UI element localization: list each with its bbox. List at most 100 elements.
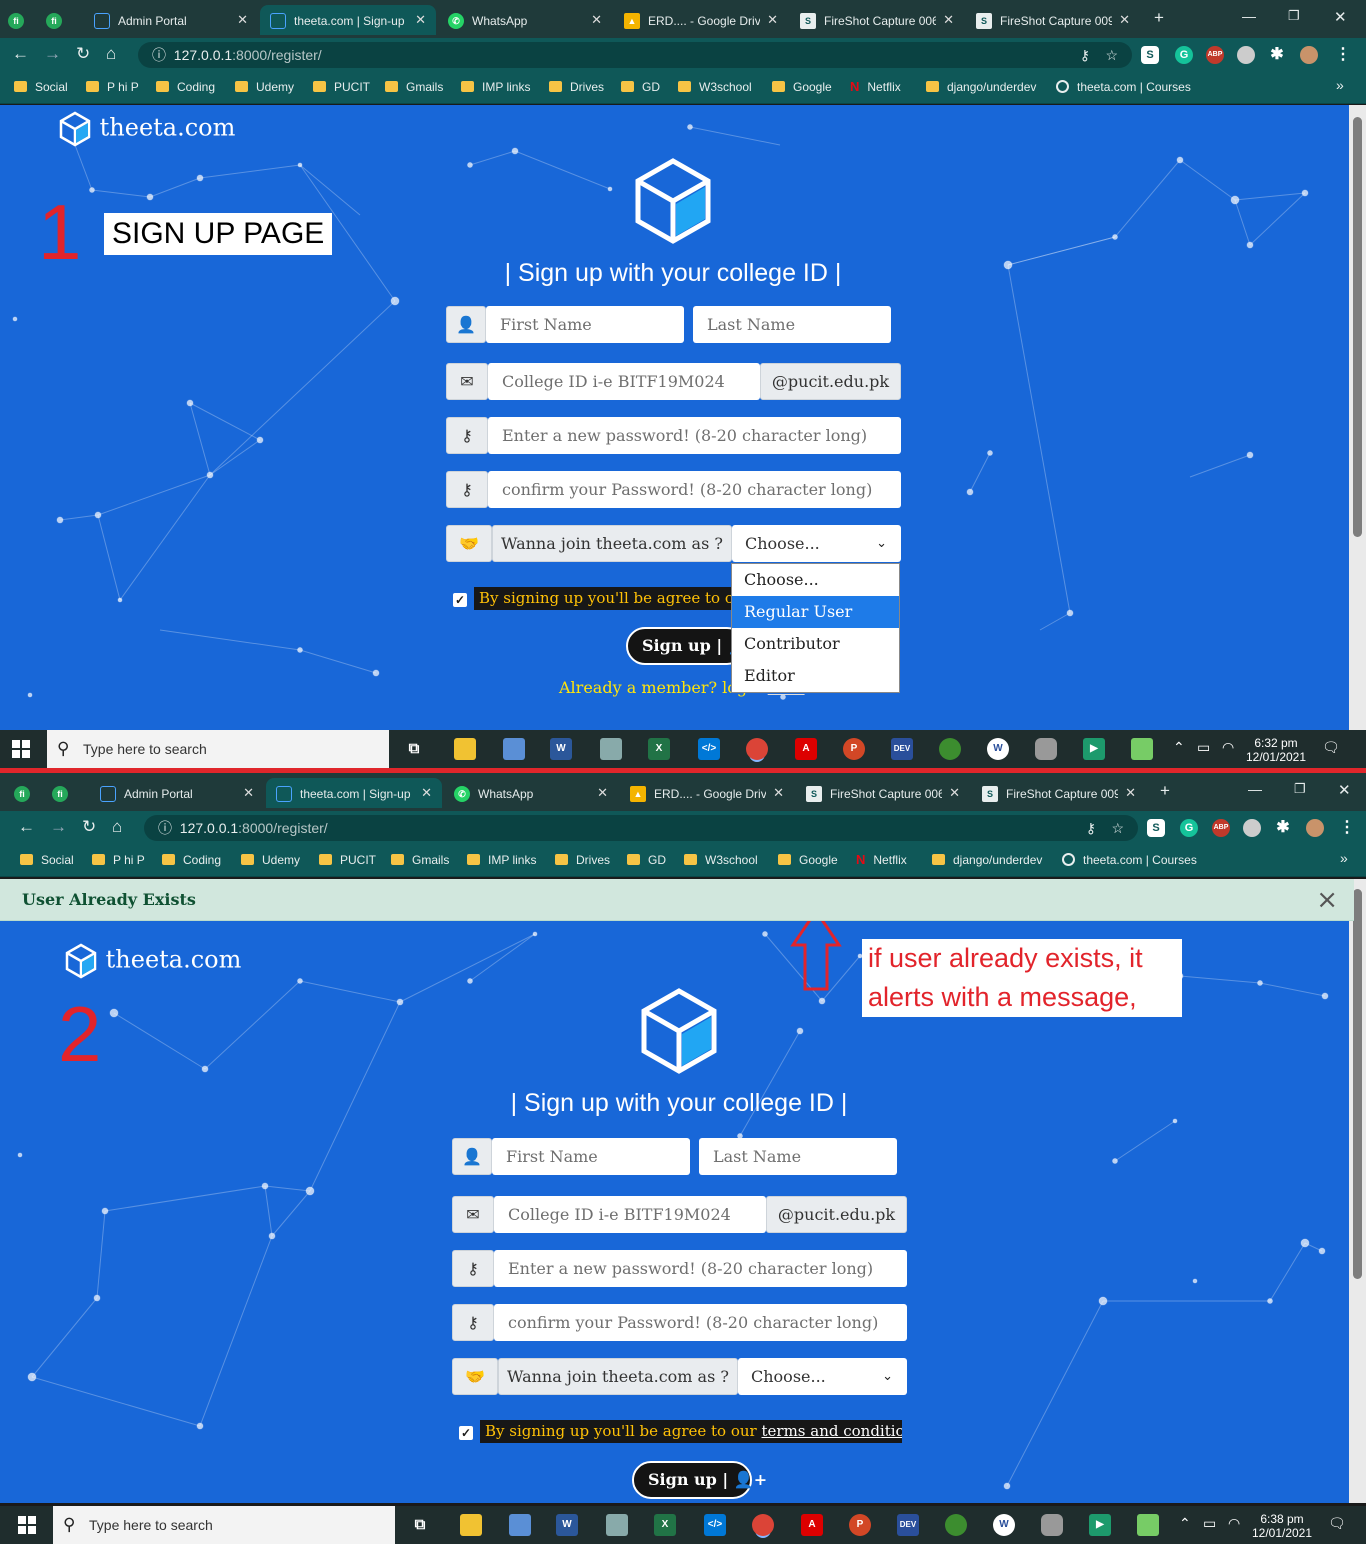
terms-checkbox[interactable]: ✓: [459, 1426, 473, 1440]
globe-icon[interactable]: [939, 738, 961, 760]
forward-icon[interactable]: →: [44, 44, 61, 64]
info-icon[interactable]: ⓘ: [152, 47, 166, 63]
grammarly-icon[interactable]: G: [1175, 46, 1193, 64]
fireshot-extension-icon[interactable]: S: [1147, 819, 1165, 837]
windows-start-icon[interactable]: [18, 1516, 36, 1534]
last-name-input[interactable]: Last Name: [699, 1138, 897, 1175]
notifications-icon[interactable]: 🗨: [1328, 1515, 1346, 1532]
first-name-input[interactable]: First Name: [486, 306, 684, 343]
adblock-icon[interactable]: ABP: [1212, 819, 1230, 837]
role-option[interactable]: Contributor: [732, 628, 899, 660]
signup-button[interactable]: Sign up | 👤+: [632, 1461, 767, 1499]
star-icon[interactable]: ☆: [1111, 815, 1124, 841]
database-icon[interactable]: [1035, 738, 1057, 760]
bookmark-google[interactable]: Google: [772, 79, 832, 94]
taskbar-search[interactable]: ⚲ Type here to search: [53, 1506, 395, 1544]
bookmark-coding[interactable]: Coding: [162, 852, 221, 867]
taskbar-search[interactable]: ⚲ Type here to search: [47, 730, 389, 768]
pycharm-icon[interactable]: ▶: [1083, 738, 1105, 760]
word-icon[interactable]: W: [556, 1514, 578, 1536]
close-icon[interactable]: ✕: [1125, 778, 1136, 808]
close-icon[interactable]: ✕: [1119, 5, 1130, 35]
bookmark-google[interactable]: Google: [778, 852, 838, 867]
task-view-icon[interactable]: ⧉: [409, 1514, 431, 1536]
college-id-input[interactable]: College ID i-e BITF19M024: [488, 363, 760, 400]
scrollbar-thumb[interactable]: [1353, 117, 1362, 537]
acrobat-icon[interactable]: A: [801, 1514, 823, 1536]
control-panel-icon[interactable]: [503, 738, 525, 760]
bookmark-theeta-courses[interactable]: theeta.com | Courses: [1062, 852, 1197, 867]
pinned-tab-1[interactable]: fi: [8, 5, 42, 35]
password-input[interactable]: Enter a new password! (8-20 character lo…: [494, 1250, 907, 1287]
wifi-icon[interactable]: ◠: [1228, 1515, 1240, 1532]
first-name-input[interactable]: First Name: [492, 1138, 690, 1175]
wifi-icon[interactable]: ◠: [1222, 739, 1234, 756]
powerpoint-icon[interactable]: P: [843, 738, 865, 760]
bookmark-gd[interactable]: GD: [627, 852, 666, 867]
puzzle-icon[interactable]: ✱: [1274, 819, 1292, 837]
forward-icon[interactable]: →: [50, 817, 67, 837]
close-icon[interactable]: ✕: [767, 5, 778, 35]
tab-fireshot-009[interactable]: S FireShot Capture 009 ✕: [968, 5, 1140, 35]
task-view-icon[interactable]: ⧉: [403, 738, 425, 760]
role-option-highlighted[interactable]: Regular User: [732, 596, 899, 628]
info-icon[interactable]: ⓘ: [158, 820, 172, 836]
role-select[interactable]: Choose... ⌄: [738, 1358, 907, 1395]
bookmark-phip[interactable]: P hi P: [86, 79, 139, 94]
bookmark-drives[interactable]: Drives: [549, 79, 604, 94]
file-explorer-icon[interactable]: [460, 1514, 482, 1536]
bookmark-gd[interactable]: GD: [621, 79, 660, 94]
bookmark-django[interactable]: django/underdev: [926, 79, 1036, 94]
address-bar[interactable]: ⓘ 127.0.0.1:8000/register/ ⚷ ☆: [138, 42, 1132, 68]
signup-button[interactable]: Sign up | 👤+: [626, 627, 761, 665]
excel-icon[interactable]: X: [648, 738, 670, 760]
bookmark-phip[interactable]: P hi P: [92, 852, 145, 867]
more-bookmarks-icon[interactable]: »: [1340, 850, 1348, 866]
bookmark-w3school[interactable]: W3school: [678, 79, 752, 94]
devcpp-icon[interactable]: DEV: [891, 738, 913, 760]
site-logo[interactable]: theeta.com: [58, 111, 235, 147]
chrome-icon[interactable]: [746, 738, 768, 760]
close-icon[interactable]: ✕: [597, 778, 608, 808]
home-icon[interactable]: ⌂: [106, 44, 116, 64]
chevron-up-icon[interactable]: ⌃: [1173, 739, 1185, 756]
battery-icon[interactable]: ▭: [1203, 1515, 1216, 1532]
key-icon[interactable]: ⚷: [1080, 42, 1090, 68]
file-explorer-icon[interactable]: [454, 738, 476, 760]
reload-icon[interactable]: ↻: [76, 44, 90, 64]
chevron-up-icon[interactable]: ⌃: [1179, 1515, 1191, 1532]
confirm-password-input[interactable]: confirm your Password! (8-20 character l…: [488, 471, 901, 508]
back-icon[interactable]: ←: [18, 817, 35, 837]
scrollbar-thumb[interactable]: [1353, 889, 1362, 1279]
close-icon[interactable]: ✕: [415, 5, 426, 35]
snipping-icon[interactable]: [600, 738, 622, 760]
adblock-icon[interactable]: ABP: [1206, 46, 1224, 64]
bookmark-pucit[interactable]: PUCIT: [319, 852, 376, 867]
tab-signup[interactable]: theeta.com | Sign-up ✕: [260, 5, 436, 35]
paint-icon[interactable]: [1131, 738, 1153, 760]
taskbar-clock[interactable]: 6:38 pm 12/01/2021: [1250, 1512, 1314, 1540]
extension-circle-icon[interactable]: [1237, 46, 1255, 64]
wamp-icon[interactable]: W: [987, 738, 1009, 760]
word-icon[interactable]: W: [550, 738, 572, 760]
bookmark-imp-links[interactable]: IMP links: [467, 852, 536, 867]
alert-close-button[interactable]: ×: [1316, 879, 1338, 921]
new-tab-icon[interactable]: +: [1160, 781, 1170, 801]
devcpp-icon[interactable]: DEV: [897, 1514, 919, 1536]
database-icon[interactable]: [1041, 1514, 1063, 1536]
close-icon[interactable]: ✕: [243, 778, 254, 808]
tab-whatsapp[interactable]: ✆ WhatsApp ✕: [446, 778, 618, 808]
back-icon[interactable]: ←: [12, 44, 29, 64]
terms-link[interactable]: terms and conditions: [762, 1422, 903, 1440]
paint-icon[interactable]: [1137, 1514, 1159, 1536]
tab-admin-portal[interactable]: Admin Portal ✕: [92, 778, 264, 808]
bookmark-theeta-courses[interactable]: theeta.com | Courses: [1056, 79, 1191, 94]
tab-fireshot-006[interactable]: S FireShot Capture 006 ✕: [792, 5, 964, 35]
home-icon[interactable]: ⌂: [112, 817, 122, 837]
tab-fireshot-006[interactable]: S FireShot Capture 006 ✕: [798, 778, 970, 808]
role-option[interactable]: Editor: [732, 660, 899, 692]
notifications-icon[interactable]: 🗨: [1322, 739, 1340, 756]
bookmark-netflix[interactable]: N Netflix: [850, 79, 901, 94]
windows-start-icon[interactable]: [12, 740, 30, 758]
site-logo[interactable]: theeta.com: [64, 943, 241, 979]
